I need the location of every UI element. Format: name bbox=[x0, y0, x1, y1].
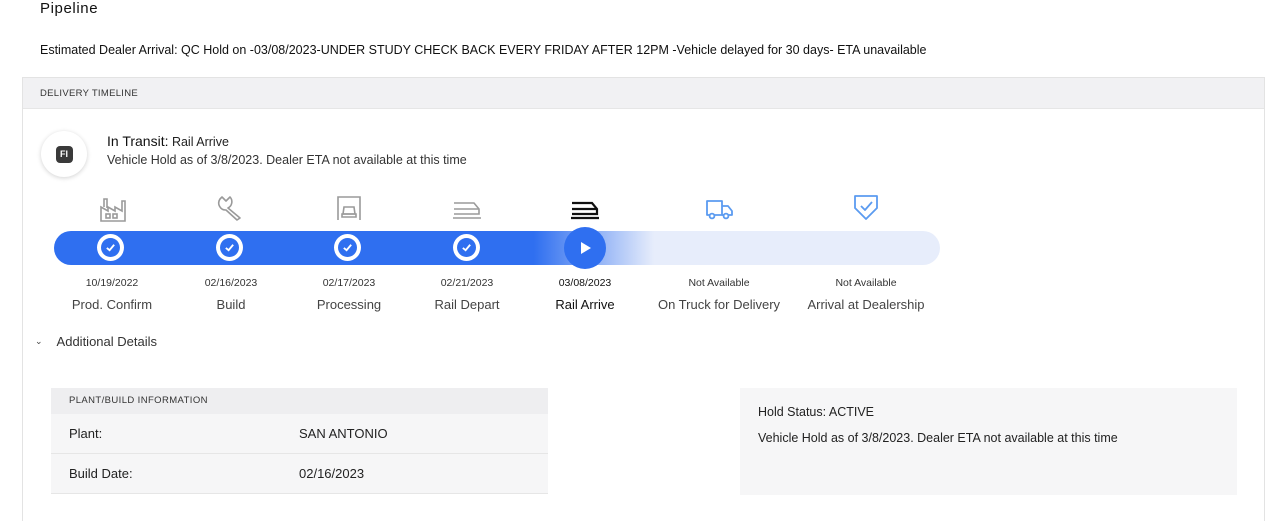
delivery-timeline-card: DELIVERY TIMELINE FI In Transit: Rail Ar… bbox=[22, 77, 1265, 521]
truck-icon bbox=[706, 200, 733, 220]
play-icon bbox=[581, 242, 591, 254]
chevron-down-icon: ⌄ bbox=[35, 336, 43, 346]
current-step-node bbox=[564, 227, 606, 269]
step-done-node bbox=[97, 234, 124, 261]
additional-details-toggle[interactable]: ⌄ Additional Details bbox=[35, 334, 157, 349]
rail-depart-icon bbox=[453, 202, 481, 219]
build-date-key: Build Date: bbox=[69, 466, 133, 481]
factory-icon bbox=[100, 198, 126, 222]
table-row: Plant: SAN ANTONIO bbox=[51, 414, 548, 454]
step-done-node bbox=[453, 234, 480, 261]
step-date: 03/08/2023 bbox=[558, 277, 612, 289]
additional-details-label: Additional Details bbox=[56, 334, 157, 349]
progress-track bbox=[54, 231, 940, 265]
shield-check-icon bbox=[854, 195, 878, 220]
step-label: On Truck for Delivery bbox=[657, 297, 781, 312]
status-subtext: Vehicle Hold as of 3/8/2023. Dealer ETA … bbox=[107, 153, 467, 167]
status-line: In Transit: Rail Arrive bbox=[107, 133, 229, 149]
delivery-timeline-header: DELIVERY TIMELINE bbox=[23, 78, 1264, 109]
plant-build-header: PLANT/BUILD INFORMATION bbox=[51, 388, 548, 414]
page-title: Pipeline bbox=[40, 0, 99, 17]
hold-status-panel: Hold Status: ACTIVE Vehicle Hold as of 3… bbox=[740, 388, 1237, 495]
status-label: In Transit: bbox=[107, 133, 169, 149]
status-badge: FI bbox=[41, 131, 87, 177]
car-inspection-icon bbox=[337, 196, 361, 220]
step-date: Not Available bbox=[688, 277, 750, 289]
check-icon bbox=[462, 244, 471, 252]
plant-build-panel: PLANT/BUILD INFORMATION Plant: SAN ANTON… bbox=[51, 388, 548, 494]
check-icon bbox=[343, 244, 352, 252]
eta-banner: Estimated Dealer Arrival: QC Hold on -03… bbox=[40, 43, 927, 57]
step-label: Arrival at Dealership bbox=[807, 297, 925, 312]
rail-arrive-icon bbox=[571, 201, 599, 220]
hold-status: Hold Status: ACTIVE bbox=[758, 405, 875, 419]
step-done-node bbox=[334, 234, 361, 261]
fi-icon: FI bbox=[55, 145, 73, 163]
step-done-node bbox=[216, 234, 243, 261]
build-date-value: 02/16/2023 bbox=[299, 466, 365, 481]
table-row: Build Date: 02/16/2023 bbox=[51, 454, 548, 494]
plant-key: Plant: bbox=[69, 426, 103, 441]
wrench-icon bbox=[217, 196, 241, 221]
check-icon bbox=[106, 244, 115, 252]
hold-message: Vehicle Hold as of 3/8/2023. Dealer ETA … bbox=[758, 431, 1118, 445]
check-icon bbox=[225, 244, 234, 252]
plant-value: SAN ANTONIO bbox=[299, 426, 388, 441]
status-value: Rail Arrive bbox=[171, 135, 229, 149]
step-date: Not Available bbox=[835, 277, 897, 289]
